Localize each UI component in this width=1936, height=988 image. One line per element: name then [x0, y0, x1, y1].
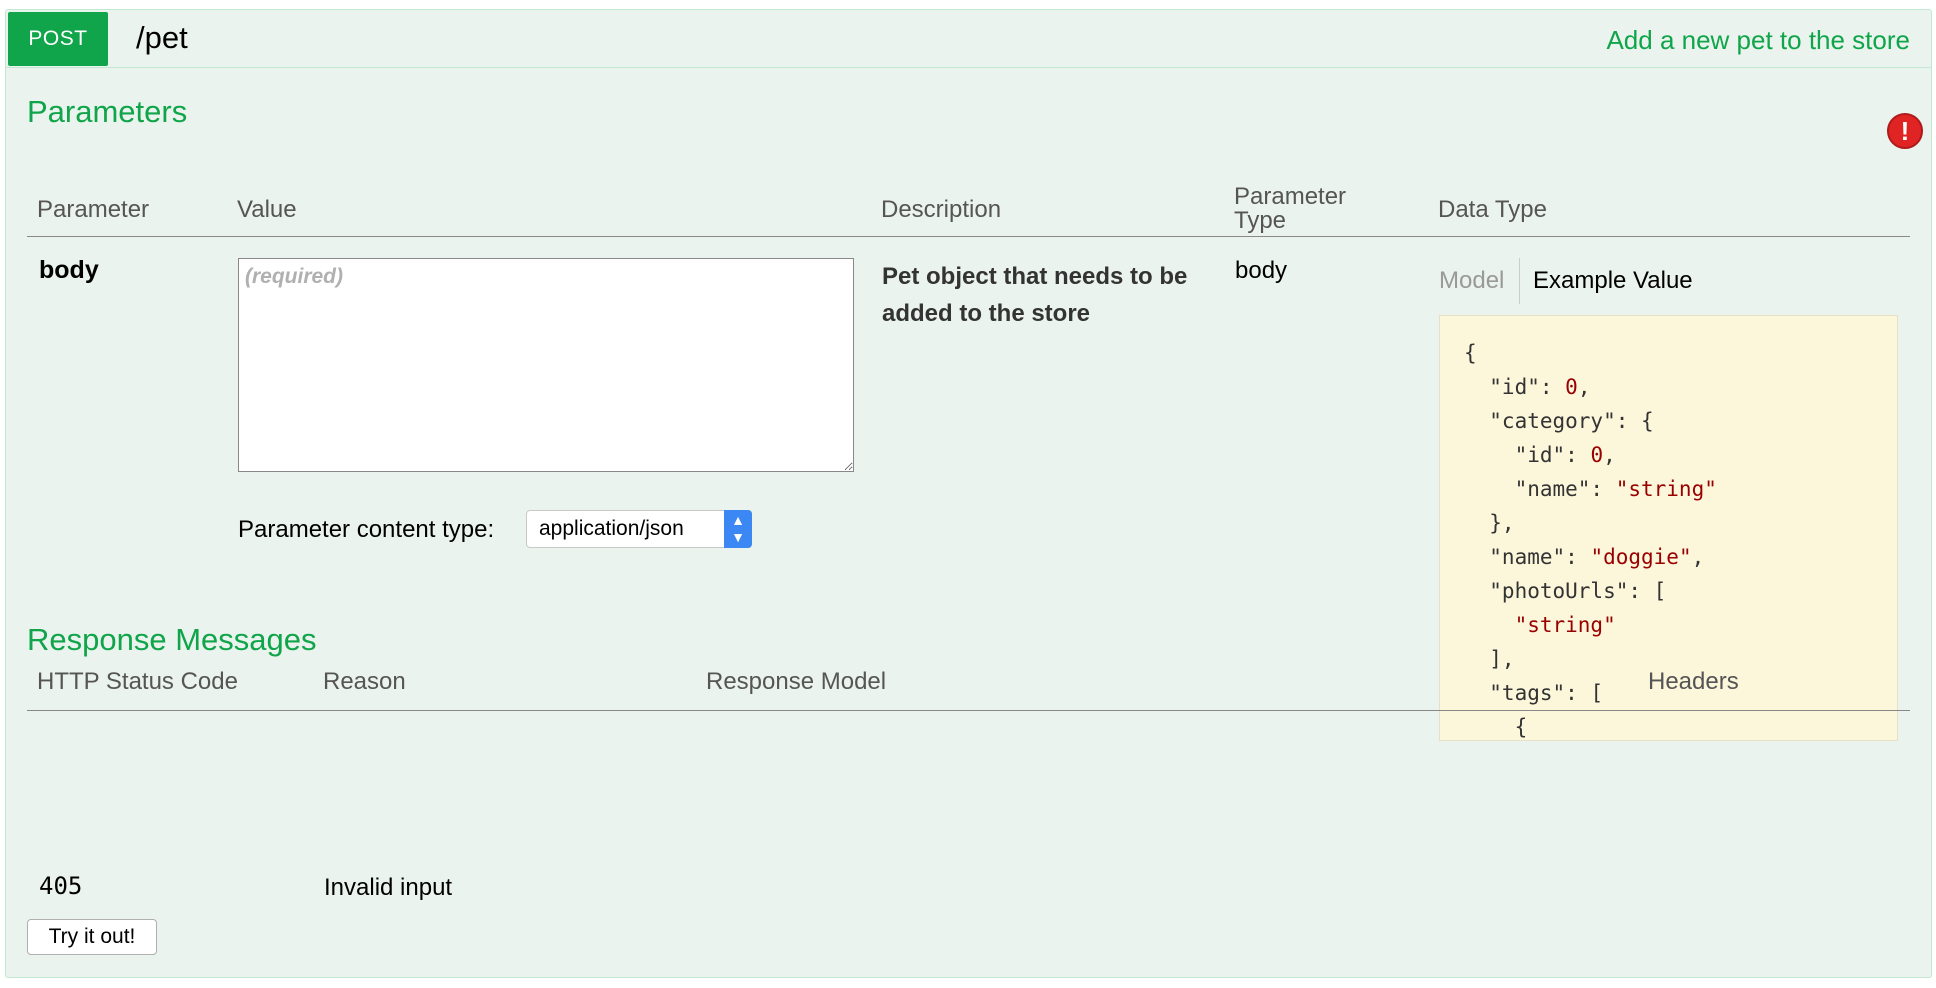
tab-divider	[1519, 258, 1520, 304]
example-line: "string"	[1514, 613, 1616, 637]
tab-example-value[interactable]: Example Value	[1533, 266, 1693, 296]
operation-header[interactable]: POST /pet Add a new pet to the store	[6, 10, 1931, 68]
parameters-header-divider	[27, 236, 1910, 237]
header-parameter-type-line1: Parameter	[1234, 183, 1347, 210]
header-reason: Reason	[323, 668, 406, 695]
example-line: "id": 0,	[1464, 375, 1591, 399]
example-line: "category": {	[1464, 409, 1654, 433]
responses-header-divider	[27, 710, 1910, 711]
header-headers: Headers	[1648, 668, 1739, 695]
example-line: "name": "string"	[1464, 477, 1717, 501]
response-status-code: 405	[39, 872, 83, 900]
content-type-label: Parameter content type:	[238, 516, 495, 543]
content-type-selected-value: application/json	[539, 517, 684, 540]
response-reason: Invalid input	[324, 874, 453, 901]
example-line: },	[1464, 511, 1515, 535]
example-line: {	[1464, 341, 1477, 365]
operation-summary[interactable]: Add a new pet to the store	[1606, 24, 1910, 56]
select-updown-arrow-icon[interactable]: ▲ ▼	[724, 510, 752, 548]
example-line: "photoUrls": [	[1464, 579, 1667, 603]
content-type-select[interactable]: application/json ▲ ▼	[526, 510, 752, 548]
tab-model[interactable]: Model	[1439, 266, 1504, 296]
header-parameter-type: Parameter Type	[1234, 185, 1346, 233]
body-value-textarea[interactable]	[238, 258, 854, 472]
header-description: Description	[881, 196, 1002, 223]
example-line: {	[1464, 715, 1528, 739]
http-method-badge[interactable]: POST	[8, 12, 108, 66]
header-response-model: Response Model	[706, 668, 887, 695]
param-description: Pet object that needs to be added to the…	[882, 263, 1188, 327]
header-parameter: Parameter	[37, 196, 150, 223]
try-it-out-button[interactable]: Try it out!	[27, 919, 157, 955]
response-messages-title: Response Messages	[27, 622, 317, 657]
operation-panel: POST /pet Add a new pet to the store Par…	[5, 9, 1932, 978]
param-name-body: body	[39, 256, 99, 284]
parameters-title: Parameters	[27, 94, 188, 129]
header-parameter-type-line2: Type	[1234, 207, 1287, 234]
endpoint-path[interactable]: /pet	[136, 18, 188, 58]
header-data-type: Data Type	[1438, 196, 1547, 223]
header-http-status-code: HTTP Status Code	[37, 668, 238, 695]
param-type: body	[1235, 257, 1288, 284]
error-exclamation-icon[interactable]: !	[1887, 113, 1923, 149]
example-line: "id": 0,	[1464, 443, 1616, 467]
example-line: "name": "doggie",	[1464, 545, 1705, 569]
header-value: Value	[237, 196, 297, 223]
